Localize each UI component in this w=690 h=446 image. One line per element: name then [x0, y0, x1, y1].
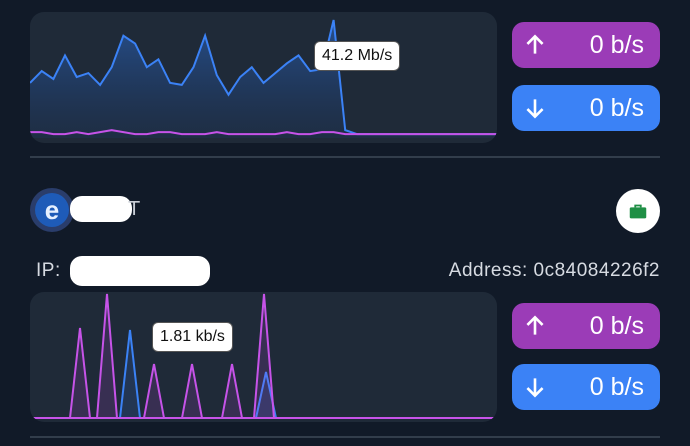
- upload-spike: [253, 293, 275, 419]
- device-name: T: [128, 198, 141, 220]
- upload-spike: [96, 293, 118, 419]
- download-rate-value: 0 b/s: [589, 93, 644, 122]
- download-spike: [119, 329, 141, 419]
- briefcase-icon: [629, 204, 647, 219]
- ip-redaction: [70, 256, 210, 286]
- edge-browser-icon: e: [35, 193, 69, 227]
- arrow-down-icon: [526, 99, 544, 119]
- device-status-button[interactable]: [616, 189, 660, 233]
- arrow-up-icon: [526, 34, 544, 54]
- download-rate-value: 0 b/s: [589, 372, 644, 401]
- arrow-up-icon: [526, 315, 544, 335]
- device-icon: e: [30, 188, 74, 232]
- upload-spike: [181, 363, 203, 419]
- upload-rate-value: 0 b/s: [589, 30, 644, 59]
- section-divider: [30, 436, 660, 438]
- download-rate-button-second[interactable]: 0 b/s: [512, 364, 660, 410]
- traffic-chart-second: [30, 292, 497, 422]
- upload-rate-button-second[interactable]: 0 b/s: [512, 303, 660, 349]
- upload-rate-value: 0 b/s: [589, 311, 644, 340]
- upload-spike: [143, 363, 165, 419]
- traffic-chart-second-svg: [30, 293, 497, 419]
- svg-text:e: e: [45, 195, 59, 225]
- ip-label: IP:: [36, 260, 61, 281]
- upload-spike: [69, 327, 91, 419]
- traffic-chart-top: [30, 12, 497, 143]
- download-series-area: [30, 20, 497, 138]
- redaction-mark: [70, 196, 132, 222]
- upload-spike: [221, 363, 243, 419]
- rate-tooltip-second: 1.81 kb/s: [152, 322, 233, 352]
- section-divider: [30, 156, 660, 158]
- traffic-chart-top-svg: [30, 19, 497, 138]
- rate-tooltip-top: 41.2 Mb/s: [314, 41, 401, 71]
- download-rate-button-top[interactable]: 0 b/s: [512, 85, 660, 131]
- arrow-down-icon: [526, 378, 544, 398]
- mac-address: Address: 0c84084226f2: [448, 260, 660, 281]
- upload-rate-button-top[interactable]: 0 b/s: [512, 22, 660, 68]
